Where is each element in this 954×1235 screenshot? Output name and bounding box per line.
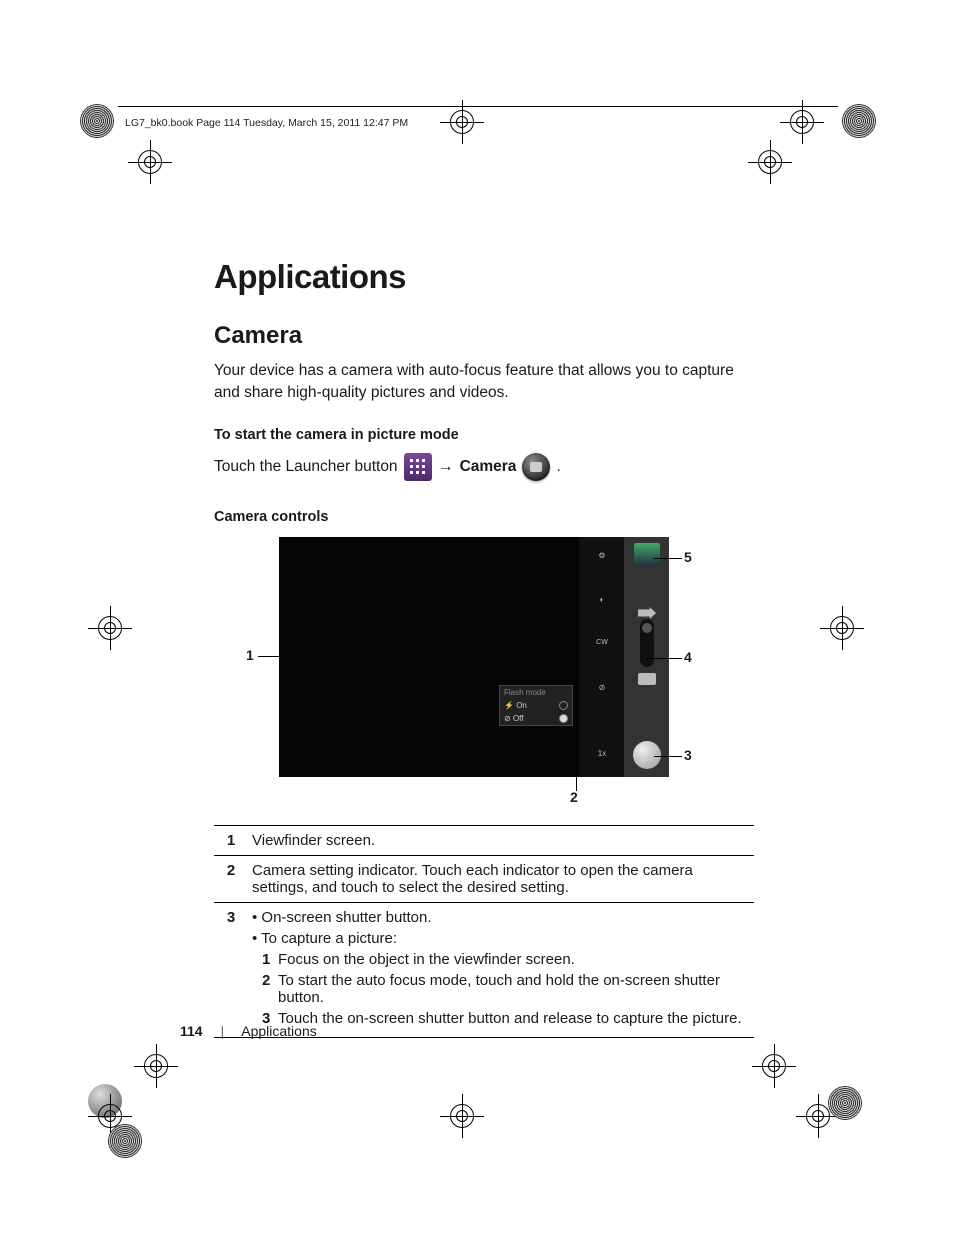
registration-mark xyxy=(748,140,792,184)
registration-mark xyxy=(134,1044,178,1088)
chapter-title: Applications xyxy=(214,258,754,296)
leader-1 xyxy=(258,656,280,657)
page-footer: 114 | Applications xyxy=(180,1023,317,1039)
zoom-indicator: 1x xyxy=(593,749,611,758)
bullet: On-screen shutter button. xyxy=(252,909,750,926)
row-text: Viewfinder screen. xyxy=(252,825,754,855)
photo-mode-icon xyxy=(638,673,656,685)
camera-figure: ⚙ ◐ CW ⊘ 1x Flash mode ⚡ On xyxy=(214,537,754,807)
step: 2To start the auto focus mode, touch and… xyxy=(262,972,750,1006)
row-content: On-screen shutter button. To capture a p… xyxy=(252,902,754,1037)
subheading-controls: Camera controls xyxy=(214,509,754,525)
flash-indicator-icon: ⊘ xyxy=(593,683,611,692)
whitebalance-icon: ◐ xyxy=(593,595,611,604)
row-number: 3 xyxy=(214,902,252,1037)
registration-mark xyxy=(128,140,172,184)
popup-title: Flash mode xyxy=(500,686,572,699)
viewfinder xyxy=(279,537,579,777)
intro-paragraph: Your device has a camera with auto-focus… xyxy=(214,360,754,405)
camera-app-icon xyxy=(522,453,550,481)
row-number: 1 xyxy=(214,825,252,855)
print-orb xyxy=(828,1086,862,1120)
print-orb xyxy=(108,1124,142,1158)
callout-1: 1 xyxy=(246,647,254,663)
leader-5 xyxy=(654,558,682,559)
gallery-thumbnail xyxy=(634,543,660,565)
footer-section: Applications xyxy=(241,1023,317,1039)
bullet: To capture a picture: xyxy=(252,930,750,947)
row-number: 2 xyxy=(214,855,252,902)
camera-label: Camera xyxy=(460,458,517,476)
cw-indicator: CW xyxy=(593,639,611,646)
running-header: LG7_bk0.book Page 114 Tuesday, March 15,… xyxy=(125,117,408,129)
header-rule xyxy=(118,106,838,108)
launch-instruction: Touch the Launcher button → Camera . xyxy=(214,453,754,481)
popup-row-on: ⚡ On xyxy=(500,699,572,712)
device-frame: ⚙ ◐ CW ⊘ 1x Flash mode ⚡ On xyxy=(279,537,669,777)
launcher-icon xyxy=(404,453,432,481)
section-title: Camera xyxy=(214,322,754,350)
shutter-button xyxy=(633,741,661,769)
row-text: Camera setting indicator. Touch each ind… xyxy=(252,855,754,902)
launch-suffix: . xyxy=(556,458,560,476)
step: 3Touch the on-screen shutter button and … xyxy=(262,1010,750,1027)
flash-popup: Flash mode ⚡ On ⊘ Off xyxy=(499,685,573,726)
settings-sidebar: ⚙ ◐ CW ⊘ 1x xyxy=(579,537,624,777)
table-row: 2 Camera setting indicator. Touch each i… xyxy=(214,855,754,902)
table-row: 1 Viewfinder screen. xyxy=(214,825,754,855)
step: 1Focus on the object in the viewfinder s… xyxy=(262,951,750,968)
page: LG7_bk0.book Page 114 Tuesday, March 15,… xyxy=(0,0,954,1235)
popup-row-off: ⊘ Off xyxy=(500,712,572,725)
video-mode-icon xyxy=(638,607,656,619)
print-orb xyxy=(842,104,876,138)
mode-slider xyxy=(640,619,654,667)
registration-mark xyxy=(88,606,132,650)
leader-3 xyxy=(654,756,682,757)
right-controls xyxy=(624,537,669,777)
arrow-icon: → xyxy=(438,458,454,476)
registration-mark xyxy=(440,1094,484,1138)
leader-2 xyxy=(576,777,577,791)
subheading-start: To start the camera in picture mode xyxy=(214,427,754,443)
controls-table: 1 Viewfinder screen. 2 Camera setting in… xyxy=(214,825,754,1038)
callout-3: 3 xyxy=(684,747,692,763)
table-row: 3 On-screen shutter button. To capture a… xyxy=(214,902,754,1037)
callout-4: 4 xyxy=(684,649,692,665)
callout-2: 2 xyxy=(570,789,578,805)
page-number: 114 xyxy=(180,1023,203,1039)
registration-mark xyxy=(752,1044,796,1088)
print-orb xyxy=(80,104,114,138)
leader-4 xyxy=(646,658,682,659)
content-area: Applications Camera Your device has a ca… xyxy=(214,258,754,1038)
launch-prefix: Touch the Launcher button xyxy=(214,458,398,476)
footer-separator: | xyxy=(220,1023,224,1039)
callout-5: 5 xyxy=(684,549,692,565)
settings-gear-icon: ⚙ xyxy=(593,551,611,560)
registration-mark xyxy=(820,606,864,650)
